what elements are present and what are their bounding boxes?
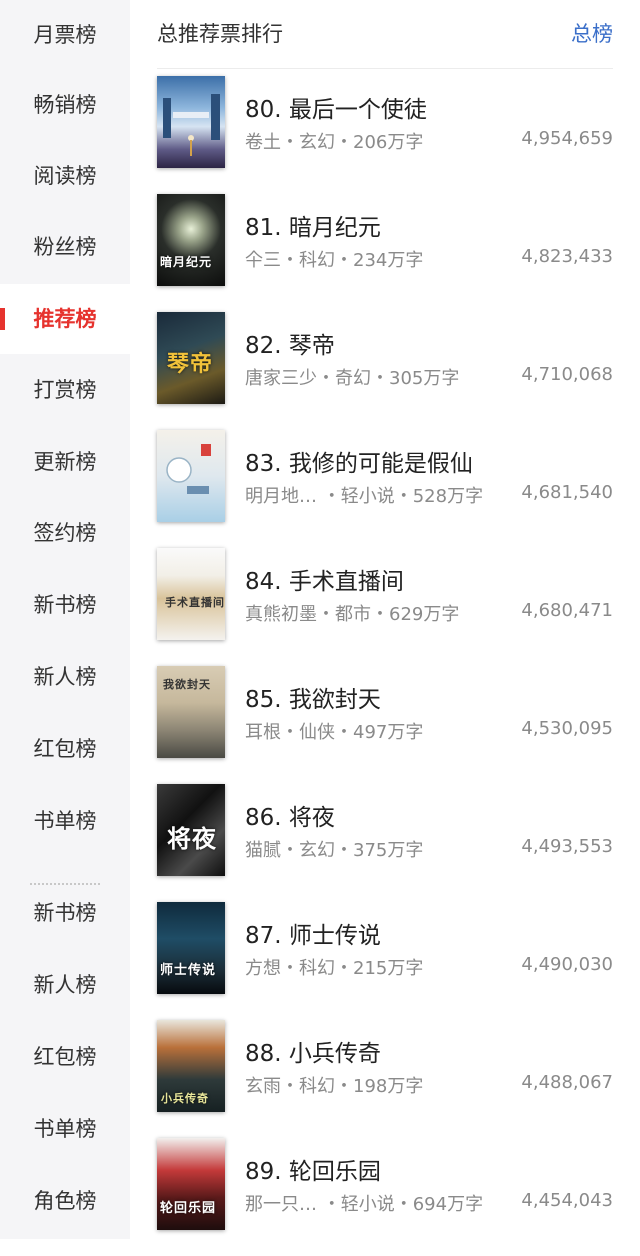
book-row[interactable]: 轮回乐园 89. 轮回乐园 那一只… ・轻小说・694万字 4,454,043 bbox=[130, 1138, 640, 1256]
book-title[interactable]: 89. 轮回乐园 bbox=[245, 1152, 381, 1186]
book-meta: 方想・科幻・215万字 bbox=[245, 958, 424, 979]
book-cover[interactable]: 将夜 bbox=[157, 784, 225, 876]
book-cover[interactable]: 师士传说 bbox=[157, 902, 225, 994]
book-row[interactable]: 将夜 86. 将夜 猫腻・玄幻・375万字 4,493,553 bbox=[130, 784, 640, 902]
book-title[interactable]: 84. 手术直播间 bbox=[245, 562, 404, 596]
sidebar-item-new-author[interactable]: 新人榜 bbox=[0, 642, 130, 712]
book-row[interactable]: 我欲封天 85. 我欲封天 耳根・仙侠・497万字 4,530,095 bbox=[130, 666, 640, 784]
ranking-title: 总推荐票排行 bbox=[157, 22, 283, 46]
book-meta: 仐三・科幻・234万字 bbox=[245, 250, 424, 271]
book-meta: 卷土・玄幻・206万字 bbox=[245, 132, 424, 153]
book-row[interactable]: 暗月纪元 81. 暗月纪元 仐三・科幻・234万字 4,823,433 bbox=[130, 194, 640, 312]
sidebar-item-red-packet[interactable]: 红包榜 bbox=[0, 1022, 130, 1092]
book-title[interactable]: 82. 琴帝 bbox=[245, 326, 335, 360]
book-meta: 耳根・仙侠・497万字 bbox=[245, 722, 424, 743]
vote-count: 4,680,471 bbox=[521, 600, 613, 621]
sidebar-item-character[interactable]: 角色榜 bbox=[0, 1166, 130, 1236]
category-sidebar: 月票榜 畅销榜 阅读榜 粉丝榜 推荐榜 打赏榜 更新榜 签约榜 新书榜 新人榜 … bbox=[0, 0, 130, 1239]
sidebar-item-red-packet[interactable]: 红包榜 bbox=[0, 714, 130, 784]
book-row[interactable]: 小兵传奇 88. 小兵传奇 玄雨・科幻・198万字 4,488,067 bbox=[130, 1020, 640, 1138]
book-cover[interactable]: 轮回乐园 bbox=[157, 1138, 225, 1230]
vote-count: 4,490,030 bbox=[521, 954, 613, 975]
sidebar-item-new-author[interactable]: 新人榜 bbox=[0, 950, 130, 1020]
cover-art-icon bbox=[163, 94, 220, 156]
book-cover[interactable] bbox=[157, 76, 225, 168]
book-title[interactable]: 81. 暗月纪元 bbox=[245, 208, 381, 242]
book-cover[interactable]: 我欲封天 bbox=[157, 666, 225, 758]
vote-count: 4,823,433 bbox=[521, 246, 613, 267]
overall-ranking-link[interactable]: 总榜 bbox=[571, 18, 613, 48]
book-meta: 真熊初墨・都市・629万字 bbox=[245, 604, 460, 625]
vote-count: 4,681,540 bbox=[521, 482, 613, 503]
cover-title: 轮回乐园 bbox=[160, 1201, 217, 1216]
sidebar-item-recommend[interactable]: 推荐榜 bbox=[0, 284, 130, 354]
sidebar-item-reading[interactable]: 阅读榜 bbox=[0, 141, 130, 211]
book-title[interactable]: 86. 将夜 bbox=[245, 798, 335, 832]
book-meta: 唐家三少・奇幻・305万字 bbox=[245, 368, 460, 389]
vote-count: 4,710,068 bbox=[521, 364, 613, 385]
book-cover[interactable]: 小兵传奇 bbox=[157, 1020, 225, 1112]
sidebar-item-new-book[interactable]: 新书榜 bbox=[0, 878, 130, 948]
book-title[interactable]: 85. 我欲封天 bbox=[245, 680, 381, 714]
sidebar-item-monthly-ticket[interactable]: 月票榜 bbox=[0, 0, 130, 70]
sidebar-item-signed[interactable]: 签约榜 bbox=[0, 498, 130, 568]
book-row[interactable]: 83. 我修的可能是假仙 明月地… ・轻小说・528万字 4,681,540 bbox=[130, 430, 640, 548]
book-cover[interactable] bbox=[157, 430, 225, 522]
sidebar-item-update[interactable]: 更新榜 bbox=[0, 427, 130, 497]
book-title[interactable]: 88. 小兵传奇 bbox=[245, 1034, 381, 1068]
cover-title: 将夜 bbox=[167, 824, 217, 853]
sidebar-item-bestseller[interactable]: 畅销榜 bbox=[0, 70, 130, 140]
sidebar-item-booklist[interactable]: 书单榜 bbox=[0, 1094, 130, 1164]
vote-count: 4,493,553 bbox=[521, 836, 613, 857]
vote-count: 4,530,095 bbox=[521, 718, 613, 739]
sidebar-item-fans[interactable]: 粉丝榜 bbox=[0, 212, 130, 282]
cover-title: 暗月纪元 bbox=[160, 255, 213, 269]
book-title[interactable]: 87. 师士传说 bbox=[245, 916, 381, 950]
book-meta: 那一只… ・轻小说・694万字 bbox=[245, 1194, 484, 1215]
sidebar-item-new-book[interactable]: 新书榜 bbox=[0, 570, 130, 640]
sidebar-item-booklist[interactable]: 书单榜 bbox=[0, 786, 130, 856]
book-meta: 玄雨・科幻・198万字 bbox=[245, 1076, 424, 1097]
book-cover[interactable]: 暗月纪元 bbox=[157, 194, 225, 286]
vote-count: 4,454,043 bbox=[521, 1190, 613, 1211]
cover-title: 师士传说 bbox=[160, 963, 217, 978]
cover-title: 手术直播间 bbox=[165, 596, 225, 609]
cover-title: 琴帝 bbox=[167, 351, 214, 377]
book-cover[interactable]: 手术直播间 bbox=[157, 548, 225, 640]
book-row[interactable]: 琴帝 82. 琴帝 唐家三少・奇幻・305万字 4,710,068 bbox=[130, 312, 640, 430]
cover-title: 我欲封天 bbox=[163, 678, 211, 691]
cover-title: 小兵传奇 bbox=[161, 1092, 209, 1105]
header-divider bbox=[157, 68, 613, 69]
vote-count: 4,488,067 bbox=[521, 1072, 613, 1093]
cover-art-icon bbox=[166, 444, 211, 494]
book-cover[interactable]: 琴帝 bbox=[157, 312, 225, 404]
book-row[interactable]: 手术直播间 84. 手术直播间 真熊初墨・都市・629万字 4,680,471 bbox=[130, 548, 640, 666]
book-title[interactable]: 80. 最后一个使徒 bbox=[245, 90, 427, 124]
book-title[interactable]: 83. 我修的可能是假仙 bbox=[245, 444, 473, 478]
book-meta: 猫腻・玄幻・375万字 bbox=[245, 840, 424, 861]
book-row[interactable]: 师士传说 87. 师士传说 方想・科幻・215万字 4,490,030 bbox=[130, 902, 640, 1020]
sidebar-item-reward[interactable]: 打赏榜 bbox=[0, 355, 130, 425]
book-row[interactable]: 80. 最后一个使徒 卷土・玄幻・206万字 4,954,659 bbox=[130, 76, 640, 194]
vote-count: 4,954,659 bbox=[521, 128, 613, 149]
ranking-list-panel: 总推荐票排行 总榜 80. 最后一个使徒 卷土・玄幻・206万字 4,954,6… bbox=[130, 0, 640, 1239]
book-meta: 明月地… ・轻小说・528万字 bbox=[245, 486, 484, 507]
